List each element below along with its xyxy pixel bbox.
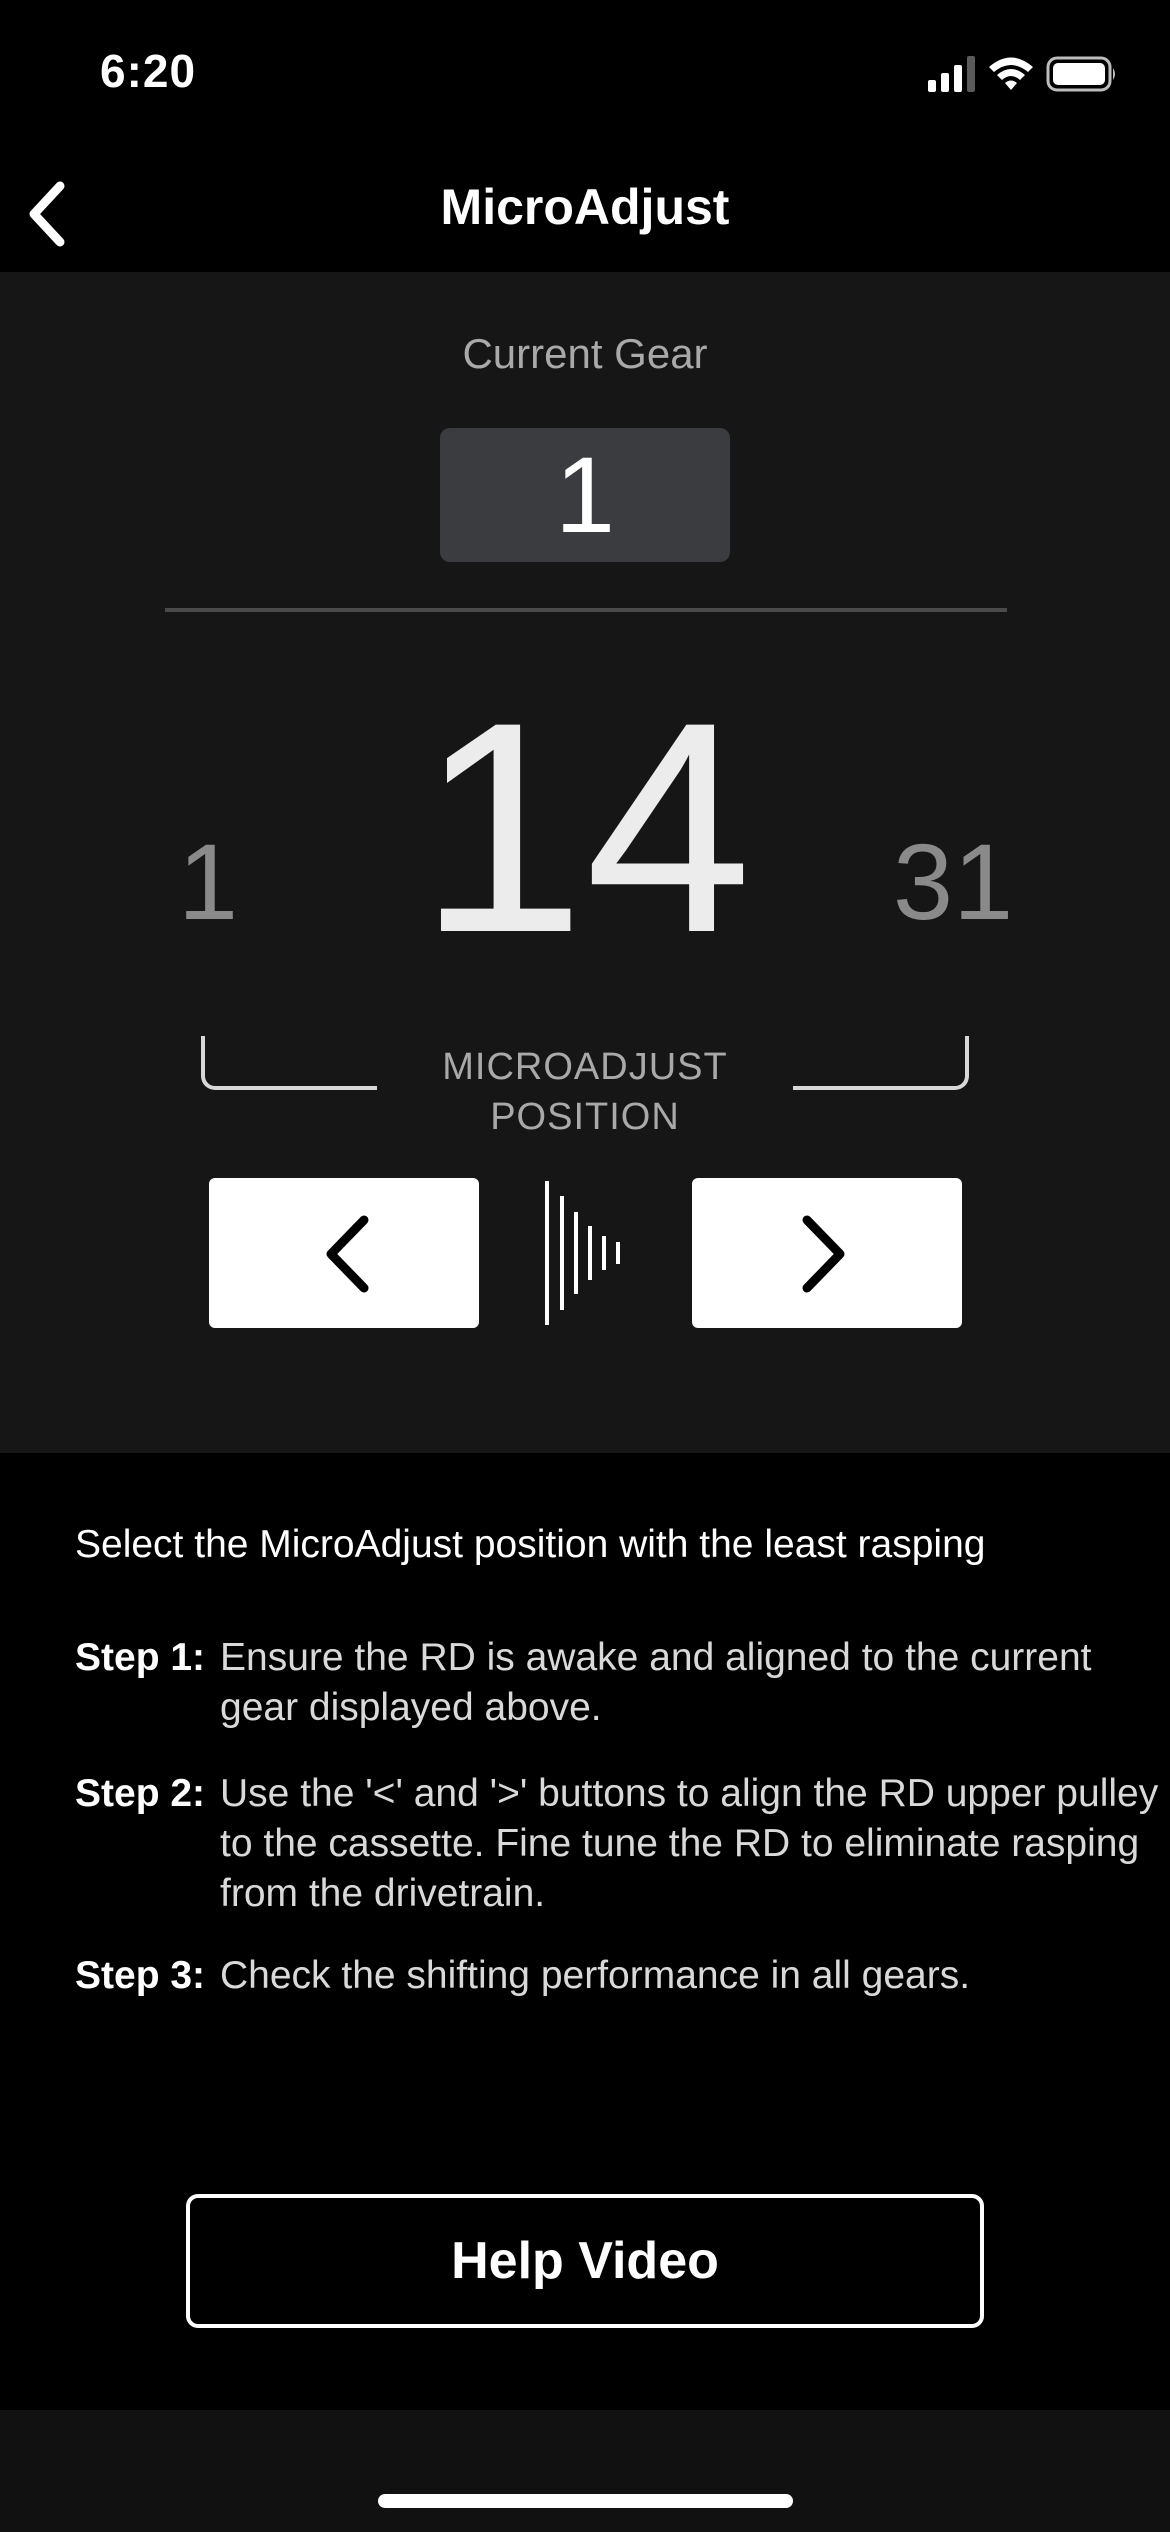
chevron-right-icon <box>802 1215 845 1293</box>
sound-wave-icon <box>540 1178 630 1328</box>
home-indicator[interactable] <box>378 2494 793 2508</box>
bracket-left <box>201 1036 377 1090</box>
increase-position-button[interactable] <box>692 1178 962 1328</box>
microadjust-min-value: 1 <box>178 821 239 942</box>
microadjust-max-value: 31 <box>893 821 1014 942</box>
help-video-button[interactable]: Help Video <box>186 2194 984 2328</box>
battery-icon <box>1046 56 1115 92</box>
step-label: Step 3: <box>75 1954 206 1997</box>
cellular-signal-icon <box>928 56 975 92</box>
bracket-right <box>793 1036 969 1090</box>
instructions-section: Select the MicroAdjust position with the… <box>0 1453 1170 2410</box>
status-bar: 6:20 <box>0 0 1170 150</box>
divider <box>165 608 1007 612</box>
instructions-intro: Select the MicroAdjust position with the… <box>75 1523 986 1566</box>
current-gear-value: 1 <box>440 428 730 562</box>
microadjust-position-label: MICROADJUST POSITION <box>385 1042 785 1142</box>
step-label: Step 2: <box>75 1772 206 1815</box>
step-text: Ensure the RD is awake and aligned to th… <box>220 1636 1092 1729</box>
microadjust-panel: Current Gear 1 1 14 31 MICROADJUST POSIT… <box>0 272 1170 1453</box>
page-title: MicroAdjust <box>440 179 730 235</box>
home-indicator-area <box>0 2410 1170 2532</box>
position-label-line-2: POSITION <box>490 1096 680 1138</box>
wifi-icon <box>989 57 1033 90</box>
position-label-line-1: MICROADJUST <box>442 1046 728 1088</box>
decrease-position-button[interactable] <box>209 1178 479 1328</box>
microadjust-position-value: 14 <box>418 659 752 995</box>
chevron-left-icon <box>326 1215 369 1293</box>
current-gear-label: Current Gear <box>462 330 708 377</box>
nav-bar: MicroAdjust <box>0 150 1170 272</box>
step-label: Step 1: <box>75 1636 206 1679</box>
step-text: Use the '<' and '>' buttons to align the… <box>220 1772 1159 1915</box>
step-text: Check the shifting performance in all ge… <box>220 1954 971 1997</box>
status-time: 6:20 <box>100 45 197 97</box>
